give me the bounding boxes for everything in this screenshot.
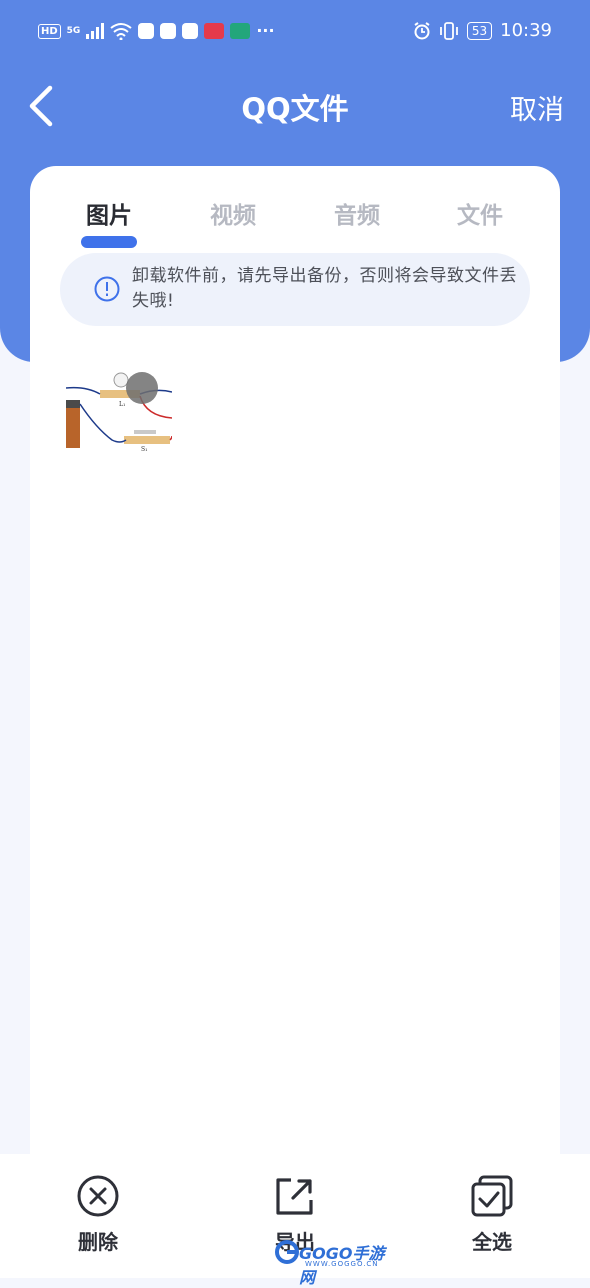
notice-text: 卸载软件前，请先导出备份，否则将会导致文件丢失哦!: [132, 266, 517, 311]
chat-app-icon: [182, 23, 199, 39]
select-all-icon: [471, 1175, 513, 1217]
vibrate-icon: [439, 21, 458, 40]
network-type-label: 5G: [66, 26, 81, 36]
export-icon: [276, 1178, 313, 1215]
clock: 10:39: [500, 20, 552, 41]
select-all-label: 全选: [472, 1230, 512, 1254]
hd-icon: HD: [38, 23, 61, 39]
app-notification-icon: [138, 23, 155, 39]
delete-icon: [77, 1175, 119, 1217]
tab-active-indicator: [81, 236, 137, 248]
delete-button[interactable]: 删除: [48, 1174, 148, 1255]
content-card: 图片 视频 音频 文件 卸载软件前，请先导出备份，否则将会导致文件丢失哦! L₁…: [30, 166, 560, 1166]
label-s1: S₁: [141, 446, 148, 452]
backup-notice: 卸载软件前，请先导出备份，否则将会导致文件丢失哦!: [60, 253, 530, 326]
more-notifications-icon: ···: [256, 21, 275, 40]
watermark-g-icon: [275, 1240, 299, 1264]
tab-files[interactable]: 文件: [430, 196, 530, 230]
news-app-icon: [204, 23, 225, 39]
tab-videos[interactable]: 视频: [183, 196, 283, 230]
delete-label: 删除: [78, 1230, 118, 1254]
label-l1: L₁: [119, 401, 125, 408]
battery-indicator: 53: [466, 21, 493, 40]
cancel-button[interactable]: 取消: [510, 88, 564, 127]
watermark-sub: WWW.GOGGO.CN: [305, 1260, 379, 1268]
page-title: QQ文件: [241, 92, 349, 126]
tab-audio[interactable]: 音频: [307, 196, 407, 230]
info-icon: [94, 276, 120, 302]
tab-images[interactable]: 图片: [59, 196, 159, 230]
status-right: 53 10:39: [413, 20, 552, 41]
signal-icon: [86, 23, 105, 39]
status-left: HD 5G ···: [38, 22, 275, 40]
select-all-button[interactable]: 全选: [442, 1174, 542, 1255]
status-bar: HD 5G ··· 53 10:39: [0, 0, 590, 66]
image-thumbnail[interactable]: L₁ S₁: [65, 368, 173, 453]
boss-app-icon: [230, 23, 251, 39]
alarm-icon: [414, 21, 430, 39]
music-app-icon: [160, 23, 177, 39]
circuit-image: L₁ S₁: [65, 368, 173, 453]
watermark-logo: GOGO手游网 WWW.GOGGO.CN: [275, 1238, 395, 1287]
wifi-icon: [110, 23, 132, 40]
